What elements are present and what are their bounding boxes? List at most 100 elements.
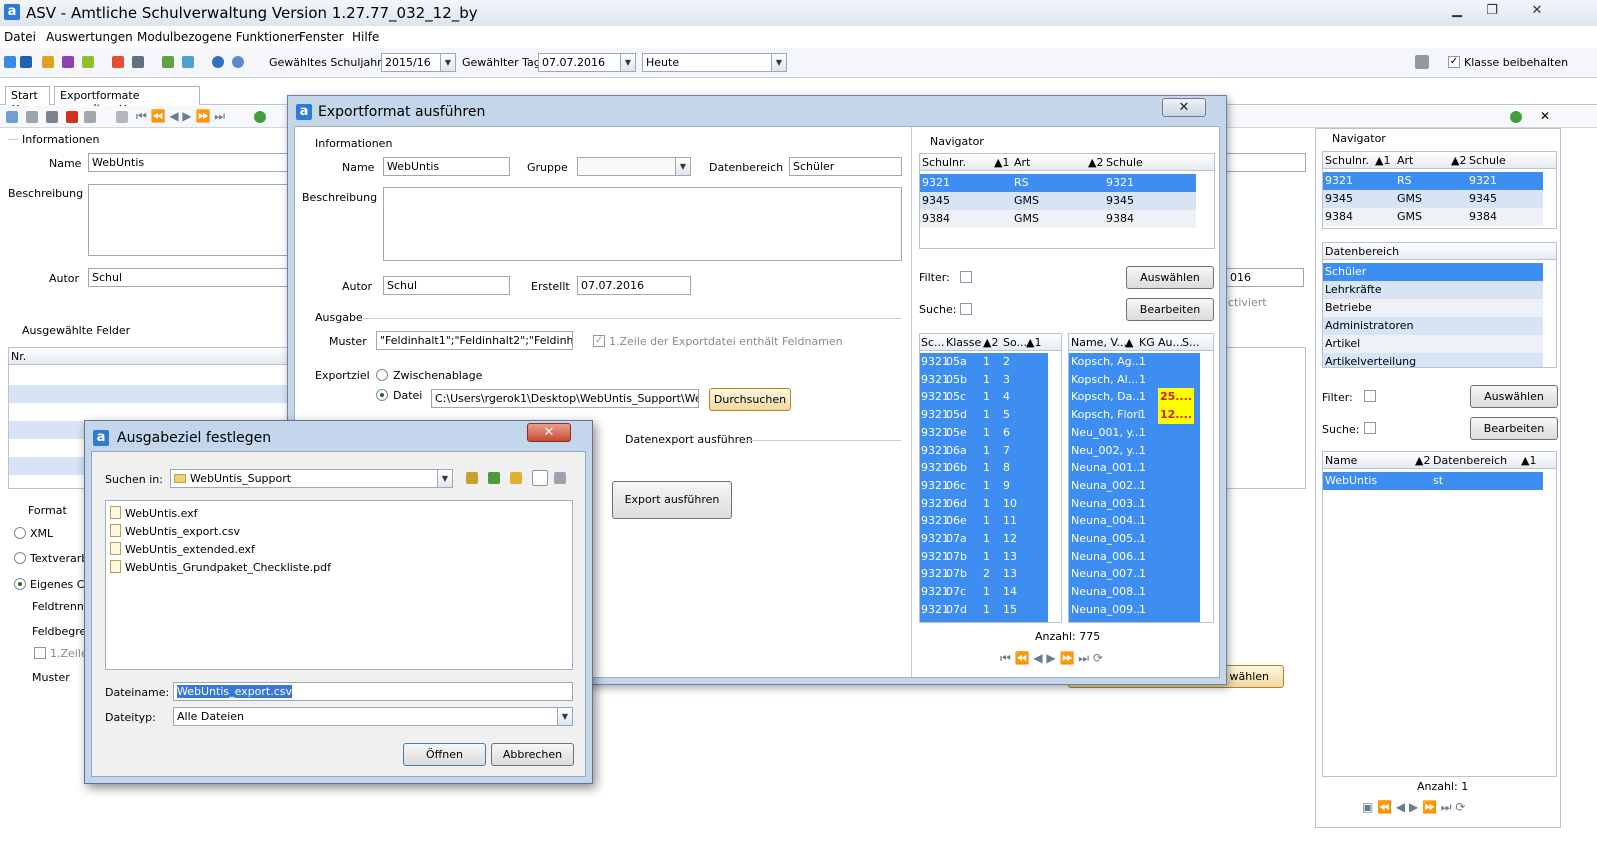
- exp-autor-field[interactable]: Schul: [383, 276, 510, 295]
- table-row[interactable]: Neuna_006... 1: [1069, 547, 1200, 566]
- help-icon[interactable]: [232, 56, 244, 68]
- rnav-bearbeiten-button[interactable]: Bearbeiten: [1470, 417, 1558, 440]
- file-item[interactable]: WebUntis_export.csv: [110, 524, 240, 538]
- list-item[interactable]: Artikel: [1323, 335, 1543, 353]
- table-row[interactable]: 9321 RS 9321: [1323, 172, 1543, 190]
- menu-hilfe[interactable]: Hilfe: [352, 30, 379, 44]
- exp-student-grid[interactable]: Name, V... ▲ KG Au... S... Kopsch, Ag...…: [1068, 333, 1214, 623]
- export-ausfuehren-button[interactable]: Export ausführen: [612, 481, 732, 519]
- table-row[interactable]: 9321 05d 1 5: [920, 406, 1048, 425]
- bg-autor-field[interactable]: Schul: [88, 268, 288, 287]
- col-header[interactable]: Sc...: [921, 336, 945, 349]
- toolbar-icon-8[interactable]: [162, 56, 174, 68]
- rnav-auswaehlen-button[interactable]: Auswählen: [1470, 385, 1558, 408]
- table-row[interactable]: 9321 07d 1 15: [920, 600, 1048, 619]
- table-row[interactable]: Neu_001, y... 1: [1069, 423, 1200, 442]
- table-row[interactable]: 9321 07b 1 13: [920, 547, 1048, 566]
- maximize-button[interactable]: ❐: [1477, 2, 1507, 20]
- exp-filter-checkbox[interactable]: [960, 271, 972, 283]
- table-row[interactable]: 9384 GMS 9384: [1323, 208, 1543, 226]
- minimize-button[interactable]: ▁: [1442, 2, 1472, 20]
- exp-auswaehlen-button[interactable]: Auswählen: [1126, 266, 1214, 289]
- table-row[interactable]: 9321 07b 2 13: [920, 565, 1048, 584]
- col-header[interactable]: Datenbereich: [1325, 245, 1399, 258]
- table-row[interactable]: 9321 05e 1 6: [920, 423, 1048, 442]
- new-icon[interactable]: [6, 111, 18, 123]
- table-row[interactable]: Neuna_010...1: [1069, 618, 1200, 622]
- table-row[interactable]: 9321 06c 1 9: [920, 476, 1048, 495]
- col-header[interactable]: KG: [1139, 336, 1155, 349]
- col-header[interactable]: Schulnr.: [922, 156, 966, 169]
- col-header[interactable]: Klasse: [946, 336, 981, 349]
- menu-datei[interactable]: Datei: [4, 30, 36, 44]
- tag-field[interactable]: 07.07.2016 ▼: [538, 53, 636, 72]
- exp-zwischenablage-radio[interactable]: [376, 369, 388, 381]
- new-folder-icon[interactable]: [510, 472, 522, 484]
- refresh-icon-right[interactable]: [1510, 111, 1522, 123]
- dateityp-select[interactable]: Alle Dateien ▼: [173, 707, 573, 726]
- copy-icon[interactable]: [116, 111, 128, 123]
- close-window-button[interactable]: ✕: [1522, 2, 1552, 20]
- menu-modulbezogene-funktionen[interactable]: Modulbezogene Funktionen: [137, 30, 302, 44]
- schuljahr-select[interactable]: 2015/16 ▼: [381, 53, 456, 72]
- table-row[interactable]: 9321 07c 1 14: [920, 583, 1048, 602]
- toolbar-icon-1[interactable]: [4, 56, 16, 68]
- table-row[interactable]: Neuna_003... 1: [1069, 494, 1200, 513]
- close-icon[interactable]: ✕: [527, 423, 571, 442]
- bg-right-grid[interactable]: [1226, 347, 1306, 489]
- file-item[interactable]: WebUntis_extended.exf: [110, 542, 255, 556]
- menu-fenster[interactable]: Fenster: [299, 30, 344, 44]
- col-header[interactable]: Name, V...: [1071, 336, 1127, 349]
- exp-datei-radio[interactable]: [376, 389, 388, 401]
- exp-datei-path[interactable]: C:\Users\rgerok1\Desktop\WebUntis_Suppor…: [431, 389, 699, 408]
- info-icon[interactable]: [212, 56, 224, 68]
- toolbar-icon-3[interactable]: [42, 56, 54, 68]
- bg-beschreibung-field[interactable]: [88, 184, 288, 256]
- delete-icon[interactable]: [66, 111, 78, 123]
- col-header[interactable]: Art: [1014, 156, 1030, 169]
- table-row[interactable]: Neuna_005... 1: [1069, 530, 1200, 548]
- table-row[interactable]: 9384 GMS 9384: [920, 210, 1196, 228]
- tab-start[interactable]: Start ✕: [5, 86, 50, 115]
- exp-suche-checkbox[interactable]: [960, 303, 972, 315]
- exp-bearbeiten-button[interactable]: Bearbeiten: [1126, 298, 1214, 321]
- table-row[interactable]: Neuna_002... 1: [1069, 476, 1200, 495]
- file-list[interactable]: WebUntis.exf WebUntis_export.csv WebUnti…: [105, 500, 573, 670]
- close-panel-icon[interactable]: ✕: [1540, 109, 1550, 123]
- col-header[interactable]: S...: [1182, 336, 1199, 349]
- table-row[interactable]: 9321 06b 1 8: [920, 459, 1048, 478]
- table-row[interactable]: Neuna_001... 1: [1069, 459, 1200, 478]
- heute-select[interactable]: Heute ▼: [642, 53, 787, 72]
- exp-muster-field[interactable]: "Feldinhalt1";"Feldinhalt2";"Feldinhalt: [376, 331, 573, 350]
- list-item[interactable]: Administratoren: [1323, 317, 1543, 335]
- toolbar-icon-2[interactable]: [20, 56, 32, 68]
- rnav-suche-checkbox[interactable]: [1364, 422, 1376, 434]
- nav-arrows-icon[interactable]: ⏮ ⏪ ◀ ▶ ⏩ ⏭: [136, 109, 225, 124]
- table-row[interactable]: 9321 06a 1 7: [920, 441, 1048, 460]
- undo-icon[interactable]: [46, 111, 58, 123]
- table-row[interactable]: Neuna_004... 1: [1069, 512, 1200, 531]
- col-header[interactable]: Schule: [1106, 156, 1143, 169]
- menu-auswertungen[interactable]: Auswertungen: [46, 30, 133, 44]
- xml-radio[interactable]: [14, 527, 26, 539]
- lock-icon[interactable]: [1415, 55, 1429, 69]
- col-header[interactable]: Name: [1325, 454, 1357, 467]
- exp-nav-schul-grid[interactable]: Schulnr. ▲1 Art ▲2 Schule 9321 RS 9321 934…: [919, 153, 1215, 249]
- save-icon[interactable]: [26, 111, 38, 123]
- exp-name-field[interactable]: WebUntis: [383, 157, 510, 176]
- up-folder-icon[interactable]: [466, 472, 478, 484]
- table-row[interactable]: Kopsch, Flori 1 12....: [1069, 406, 1200, 425]
- textverarb-radio[interactable]: [14, 552, 26, 564]
- toolbar-icon-6[interactable]: [112, 56, 124, 68]
- edit-icon[interactable]: [84, 111, 96, 123]
- table-row[interactable]: Neu_002, y... 1: [1069, 441, 1200, 460]
- list-item[interactable]: Betriebe: [1323, 299, 1543, 317]
- details-view-icon[interactable]: [554, 472, 566, 484]
- table-row[interactable]: Kopsch, Da... 1 25....: [1069, 388, 1200, 407]
- col-header[interactable]: So...: [1003, 336, 1027, 349]
- toolbar-icon-9[interactable]: [182, 56, 194, 68]
- exp-zeile-checkbox[interactable]: ✓: [593, 335, 605, 347]
- rnav-pager-icon[interactable]: ▣ ⏪ ◀ ▶ ⏩ ⏭ ⟳: [1362, 800, 1465, 815]
- list-item[interactable]: Artikelverteilung: [1323, 353, 1543, 367]
- file-item[interactable]: WebUntis.exf: [110, 506, 198, 520]
